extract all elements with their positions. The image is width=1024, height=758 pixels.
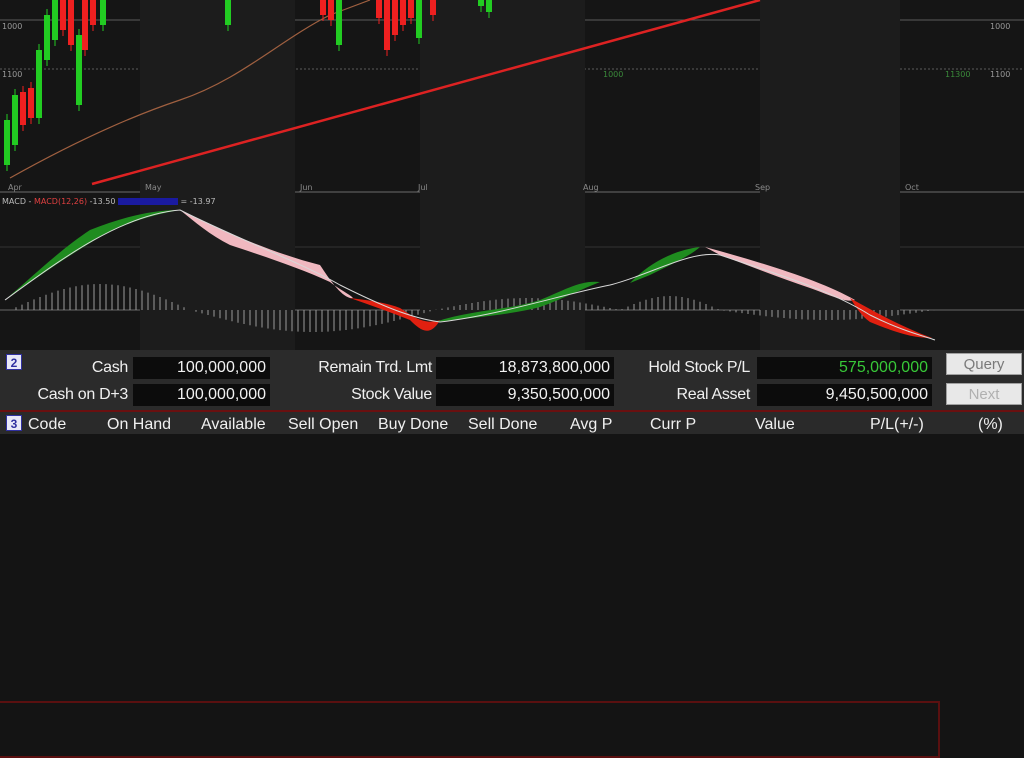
price-label: 1000 [990,22,1011,31]
price-label: 1000 [603,70,624,79]
price-label: 1100 [990,70,1011,79]
holdings-table-header: 3 Code On Hand Available Sell Open Buy D… [0,410,1024,434]
cash-label: Cash [91,359,128,376]
macd-legend-value-2: = -13.97 [180,197,216,206]
candle-body [336,0,342,45]
candle-body [416,0,422,38]
candle-body [392,0,398,35]
candle-body [82,0,88,50]
candle-body [90,0,96,25]
macd-legend-name: MACD(12,26) [33,197,88,206]
x-axis-label: May [145,183,162,192]
next-button[interactable]: Next [946,383,1022,405]
candle-body [384,0,390,50]
candle-body [400,0,406,25]
price-label: 1000 [2,22,23,31]
candle-body [20,92,26,125]
x-axis-label: Apr [8,183,22,192]
cash-value: 100,000,000 [133,357,270,379]
remain-trade-limit-value: 18,873,800,000 [436,357,614,379]
column-header-on-hand[interactable]: On Hand [107,416,171,434]
stock-chart[interactable]: Apr May Jun Jul Aug Sep Oct 1000 1100 10… [0,0,1024,350]
column-header-code[interactable]: Code [28,416,66,434]
column-header-sell-done[interactable]: Sell Done [468,416,537,434]
candle-body [12,95,18,145]
candle-body [52,0,58,40]
x-axis-label: Sep [755,183,771,192]
macd-legend-value: -13.50 [89,197,116,206]
column-header-sell-open[interactable]: Sell Open [288,416,358,434]
query-button[interactable]: Query [946,353,1022,375]
candle-body [36,50,42,118]
account-frame [0,701,940,758]
candle-body [76,35,82,105]
candle-body [486,0,492,12]
candle-body [4,120,10,165]
stock-value-label: Stock Value [351,386,432,403]
candle-body [68,0,74,45]
section-number-badge: 3 [6,415,22,431]
column-header-curr-price[interactable]: Curr P [650,416,696,434]
candle-body [320,0,326,15]
macd-legend-swatch [117,198,178,205]
real-asset-label: Real Asset [676,386,751,403]
macd-legend-prefix: MACD - [2,197,32,206]
x-axis-label: Aug [583,183,599,192]
x-axis-label: Oct [905,183,919,192]
candle-body [430,0,436,15]
candle-body [225,0,231,25]
macd-legend: MACD - MACD(12,26) -13.50 = -13.97 [2,197,216,206]
chart-bands [140,0,900,350]
price-label: 11300 [945,70,971,79]
cash-on-d3-label: Cash on D+3 [37,386,128,403]
column-header-available[interactable]: Available [201,416,266,434]
chart-canvas[interactable] [0,0,1024,350]
candle-body [408,0,414,18]
column-header-buy-done[interactable]: Buy Done [378,416,448,434]
remain-trade-limit-label: Remain Trd. Lmt [318,359,432,376]
column-header-pl[interactable]: P/L(+/-) [870,416,924,434]
price-label: 1100 [2,70,23,79]
candle-body [100,0,106,25]
candle-body [376,0,382,18]
column-header-avg-price[interactable]: Avg P [570,416,612,434]
column-header-value[interactable]: Value [755,416,795,434]
candle-body [28,88,34,118]
column-header-percent[interactable]: (%) [978,416,1003,434]
cash-on-d3-value: 100,000,000 [133,384,270,406]
macd-area-green-3 [630,247,700,283]
x-axis-label: Jul [418,183,428,192]
candle-body [328,0,334,20]
real-asset-value: 9,450,500,000 [757,384,932,406]
hold-stock-pl-value: 575,000,000 [757,357,932,379]
stock-value-value: 9,350,500,000 [436,384,614,406]
candle-body [478,0,484,6]
candle-body [44,15,50,60]
hold-stock-pl-label: Hold Stock P/L [648,359,750,376]
candle-body [60,0,66,30]
x-axis-label: Jun [300,183,313,192]
